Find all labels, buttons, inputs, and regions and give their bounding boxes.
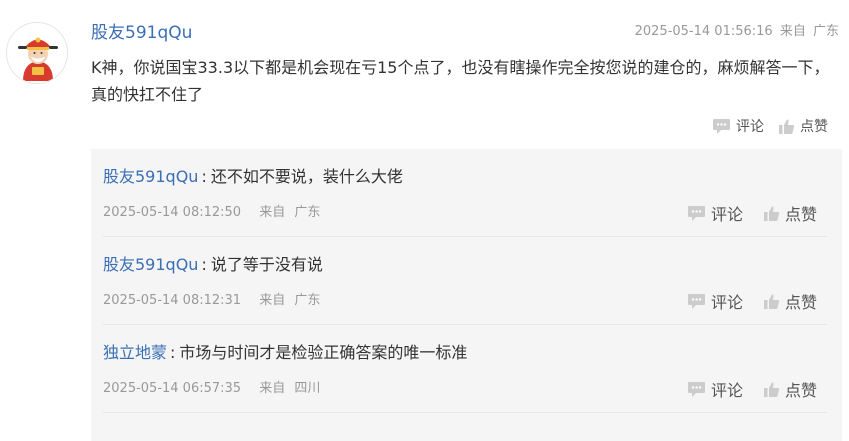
comment-reply-button[interactable]: 评论 [712,116,764,136]
thumbs-up-icon [763,294,780,309]
comment-meta: 2025-05-14 01:56:16 来自 广东 [632,20,839,39]
reply-from-label: 来自 [259,205,286,220]
comment-actions: 评论 点赞 [712,116,828,136]
reply-actions: 评论 点赞 [687,201,817,225]
reply-comment-button[interactable]: 评论 [687,289,743,313]
reply-like-label: 点赞 [784,205,817,224]
thumbs-up-icon [763,206,780,221]
reply-text: 市场与时间才是检验正确答案的唯一标准 [179,343,468,362]
comment-reply-label: 评论 [736,119,764,135]
reply-item: 股友591qQu: 说了等于没有说 2025-05-14 08:12:31 来自 … [103,237,827,325]
comment-like-label: 点赞 [800,119,828,135]
comment-like-button[interactable]: 点赞 [778,116,828,136]
thumbs-up-icon [763,382,780,397]
reply-line: 股友591qQu: 说了等于没有说 [103,255,323,274]
reply-meta: 2025-05-14 08:12:50 来自 广东 [103,201,320,220]
god-of-wealth-icon [7,23,67,83]
reply-user[interactable]: 股友591qQu [103,255,198,274]
thumbs-up-icon [779,119,795,134]
speech-bubble-icon [713,118,730,134]
comment-from-label: 来自 [779,24,806,39]
reply-timestamp: 2025-05-14 06:57:35 [103,381,242,396]
speech-bubble-icon [687,381,705,397]
speech-bubble-icon [687,205,705,221]
reply-timestamp: 2025-05-14 08:12:50 [103,205,242,220]
reply-meta: 2025-05-14 06:57:35 来自 四川 [103,377,320,396]
reply-timestamp: 2025-05-14 08:12:31 [103,293,242,308]
reply-meta: 2025-05-14 08:12:31 来自 广东 [103,289,320,308]
reply-actions: 评论 点赞 [687,377,817,401]
reply-like-button[interactable]: 点赞 [763,377,817,401]
reply-like-label: 点赞 [784,293,817,312]
reply-text: 说了等于没有说 [210,255,323,274]
comment-timestamp: 2025-05-14 01:56:16 [634,24,773,39]
comment-item: 股友591qQu 2025-05-14 01:56:16 来自 广东 K神，你说… [0,0,849,441]
comment-author[interactable]: 股友591qQu [91,18,192,43]
reply-from-label: 来自 [259,381,286,396]
reply-actions: 评论 点赞 [687,289,817,313]
reply-user[interactable]: 股友591qQu [103,167,198,186]
reply-like-label: 点赞 [784,381,817,400]
comment-location: 广东 [812,24,839,39]
reply-from-label: 来自 [259,293,286,308]
reply-comment-label: 评论 [710,381,743,400]
reply-location: 四川 [294,381,321,396]
reply-item: 股友591qQu: 还不如不要说，装什么大佬 2025-05-14 08:12:5… [103,149,827,237]
reply-location: 广东 [294,293,321,308]
speech-bubble-icon [687,293,705,309]
reply-user[interactable]: 独立地蒙 [103,343,167,362]
reply-like-button[interactable]: 点赞 [763,201,817,225]
reply-list: 股友591qQu: 还不如不要说，装什么大佬 2025-05-14 08:12:5… [91,149,842,441]
reply-comment-label: 评论 [710,205,743,224]
reply-line: 股友591qQu: 还不如不要说，装什么大佬 [103,167,403,186]
reply-comment-button[interactable]: 评论 [687,377,743,401]
reply-comment-button[interactable]: 评论 [687,201,743,225]
comment-text: K神，你说国宝33.3以下都是机会现在亏15个点了，也没有瞎操作完全按您说的建仓… [91,58,830,104]
reply-text: 还不如不要说，装什么大佬 [210,167,403,186]
reply-comment-label: 评论 [710,293,743,312]
reply-location: 广东 [294,205,321,220]
reply-item: 独立地蒙: 市场与时间才是检验正确答案的唯一标准 2025-05-14 06:57… [103,325,827,413]
reply-line: 独立地蒙: 市场与时间才是检验正确答案的唯一标准 [103,343,468,362]
avatar[interactable] [6,22,68,84]
reply-like-button[interactable]: 点赞 [763,289,817,313]
